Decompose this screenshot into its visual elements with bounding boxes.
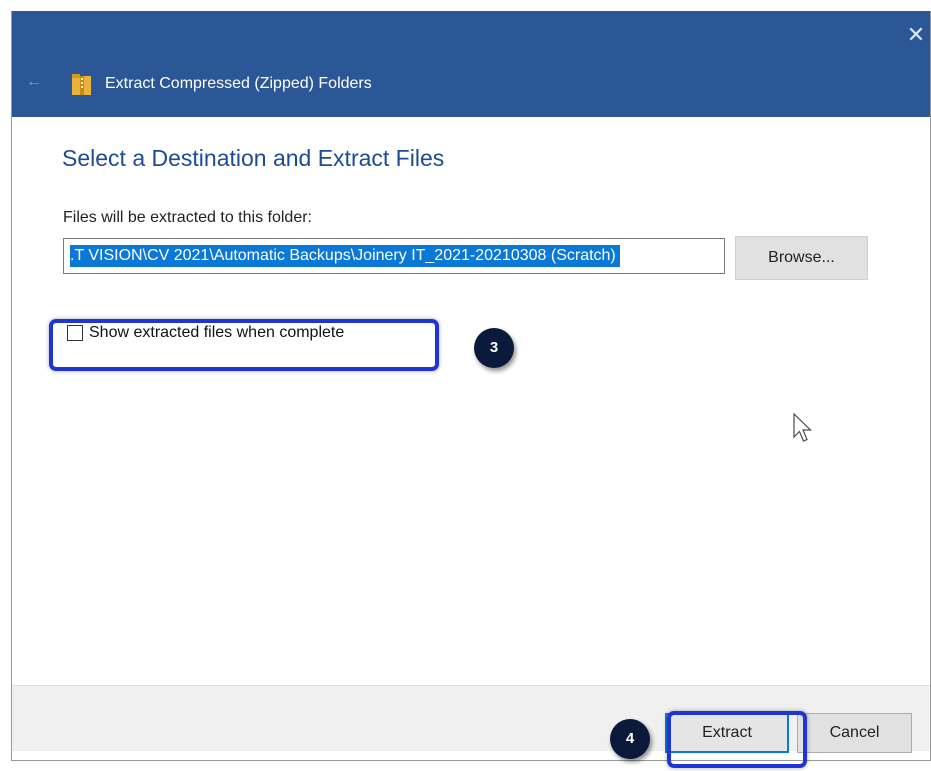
page-title: Select a Destination and Extract Files [62, 145, 445, 171]
step-3-badge: 3 [474, 328, 514, 368]
title-bar: ✕ ← Extract Compressed (Zipped) Folders [12, 11, 930, 117]
window-title: Extract Compressed (Zipped) Folders [105, 75, 372, 92]
zipped-folder-icon [72, 74, 91, 95]
mouse-pointer-icon [793, 413, 812, 442]
cancel-button[interactable]: Cancel [797, 713, 912, 753]
step-3-highlight [49, 319, 439, 371]
step-4-highlight [667, 711, 807, 768]
destination-label: Files will be extracted to this folder: [63, 209, 312, 226]
destination-path-input[interactable]: .T VISION\CV 2021\Automatic Backups\Join… [63, 238, 725, 274]
destination-path-text: .T VISION\CV 2021\Automatic Backups\Join… [70, 245, 620, 267]
extract-dialog: ✕ ← Extract Compressed (Zipped) Folders … [11, 11, 931, 761]
close-icon[interactable]: ✕ [902, 21, 930, 49]
step-4-badge: 4 [610, 719, 650, 759]
browse-button[interactable]: Browse... [735, 236, 868, 280]
back-arrow-icon[interactable]: ← [26, 73, 42, 91]
